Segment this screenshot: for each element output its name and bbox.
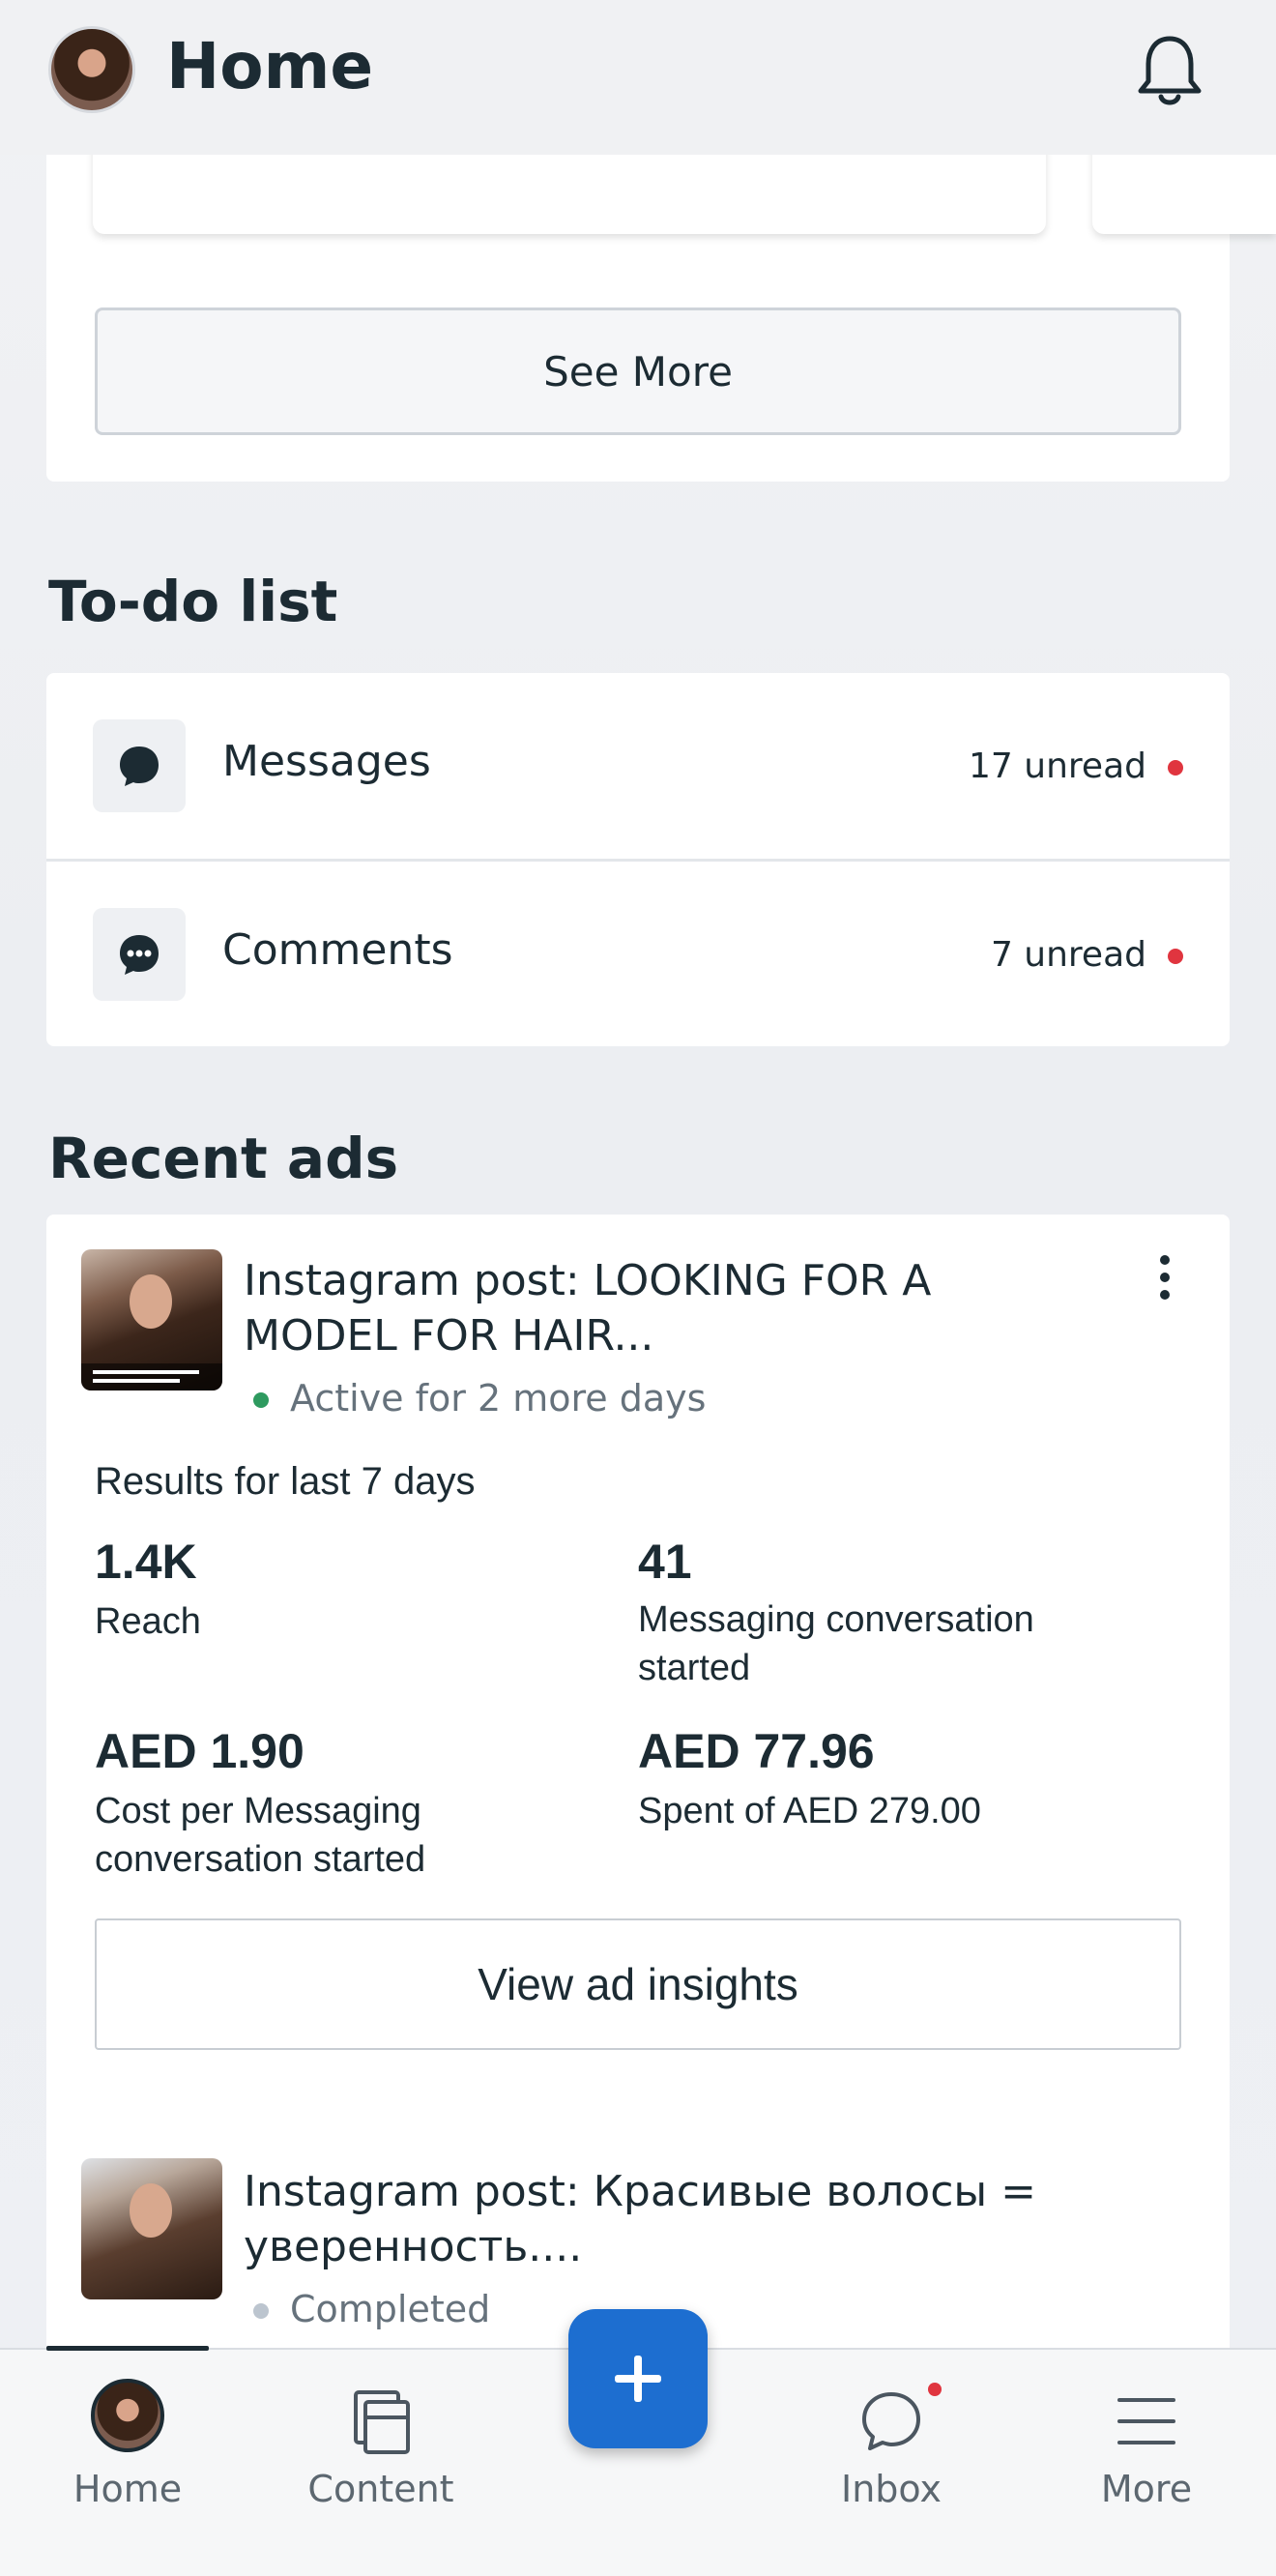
ad-options-icon[interactable] <box>1150 1255 1179 1303</box>
reach-value: 1.4K <box>95 1535 197 1589</box>
ad-title[interactable]: Instagram post: LOOKING FOR A MODEL FOR … <box>244 1253 1075 1363</box>
ad-status: Active for 2 more days <box>290 1377 707 1420</box>
page-title: Home <box>166 29 374 103</box>
amount-spent-value: AED 77.96 <box>638 1724 875 1778</box>
thumbnail-caption <box>81 1363 222 1390</box>
todo-card: Messages 17 unread Comments 7 unread <box>46 673 1230 1046</box>
amount-spent-label: Spent of AED 279.00 <box>638 1791 981 1831</box>
ad-status: Completed <box>290 2288 491 2330</box>
profile-avatar[interactable] <box>48 26 135 113</box>
inbox-notification-dot <box>928 2383 942 2396</box>
todo-row-comments[interactable]: Comments 7 unread <box>46 859 1230 1044</box>
nav-label: More <box>1100 2468 1193 2510</box>
content-icon <box>354 2390 410 2454</box>
todo-label: Messages <box>222 737 431 786</box>
conversations-label: Messaging conversation started <box>638 1599 1034 1688</box>
notifications-bell-icon[interactable] <box>1131 29 1208 111</box>
plus-icon <box>615 2356 661 2402</box>
ad-title[interactable]: Instagram post: Красивые волосы = уверен… <box>244 2164 1075 2274</box>
nav-label: Content <box>307 2468 454 2510</box>
unread-dot <box>1168 760 1183 776</box>
menu-icon <box>1117 2398 1175 2444</box>
caption-line <box>93 1370 199 1374</box>
ad-thumbnail[interactable] <box>81 1249 222 1390</box>
nav-home[interactable]: Home <box>12 2350 244 2576</box>
cost-per-conversation-value: AED 1.90 <box>95 1724 304 1778</box>
unread-dot <box>1168 949 1183 964</box>
ad-thumbnail[interactable] <box>81 2158 222 2299</box>
unread-count: 7 unread <box>990 935 1146 975</box>
reach-label: Reach <box>95 1601 201 1642</box>
status-dot-completed <box>253 2303 269 2319</box>
cost-per-conversation-label: Cost per Messaging conversation started <box>95 1791 426 1880</box>
results-period-label: Results for last 7 days <box>95 1460 476 1503</box>
todo-row-messages[interactable]: Messages 17 unread <box>46 673 1230 859</box>
thumbnail-face <box>130 2183 172 2238</box>
view-ad-insights-button[interactable]: View ad insights <box>95 1918 1181 2050</box>
home-avatar-icon <box>91 2379 164 2452</box>
caption-line <box>93 1379 180 1383</box>
message-icon <box>93 719 186 812</box>
nav-content[interactable]: Content <box>265 2350 497 2576</box>
see-more-button[interactable]: See More <box>95 307 1181 435</box>
top-header: Home <box>0 0 1276 155</box>
recent-ads-title: Recent ads <box>48 1126 399 1191</box>
thumbnail-face <box>130 1274 172 1329</box>
create-button[interactable] <box>568 2309 708 2448</box>
nav-label: Home <box>72 2468 183 2510</box>
comment-icon <box>93 908 186 1001</box>
conversations-value: 41 <box>638 1535 692 1589</box>
status-dot-active <box>253 1392 269 1408</box>
unread-count: 17 unread <box>969 746 1146 786</box>
inbox-chat-icon <box>862 2392 920 2450</box>
todo-section-title: To-do list <box>48 569 338 634</box>
todo-label: Comments <box>222 925 453 975</box>
nav-label: Inbox <box>841 2468 942 2510</box>
nav-inbox[interactable]: Inbox <box>775 2350 1007 2576</box>
nav-more[interactable]: More <box>1030 2350 1262 2576</box>
